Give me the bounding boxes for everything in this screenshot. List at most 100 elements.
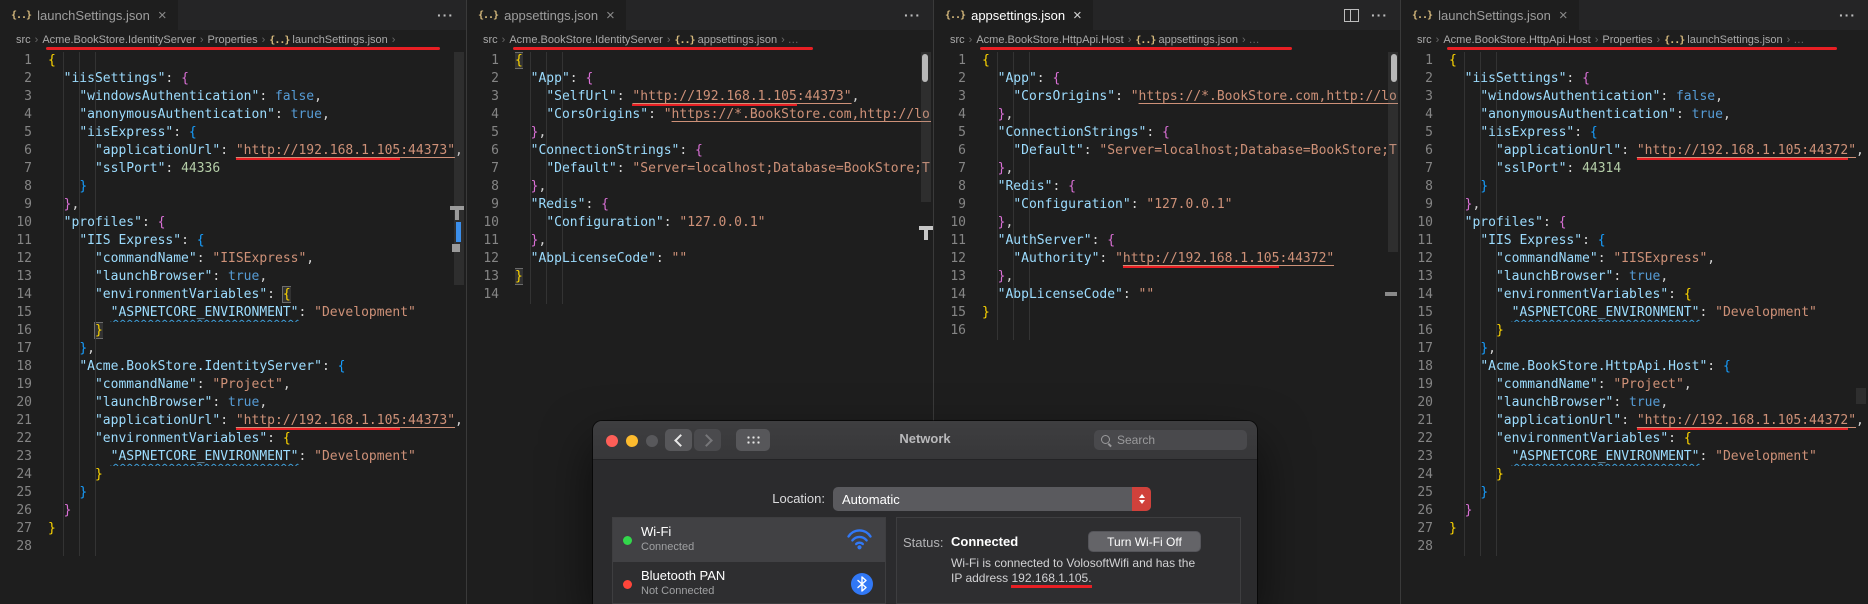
- more-actions-icon[interactable]: ···: [437, 7, 454, 23]
- tab-appsettings.json[interactable]: {..} appsettings.json ×: [467, 0, 627, 30]
- code-line: 27}: [1401, 520, 1866, 538]
- breadcrumb-file[interactable]: launchSettings.json: [1687, 34, 1782, 46]
- line-content: "ASPNETCORE_ENVIRONMENT": "Development": [1449, 304, 1817, 322]
- line-number: 6: [958, 143, 966, 158]
- line-number: 14: [950, 287, 966, 302]
- code-token: {: [1589, 125, 1598, 140]
- editor-group-4: {..} launchSettings.json × ··· src › Acme.Book…: [1400, 0, 1868, 604]
- code-line: 9 },: [1401, 196, 1866, 214]
- code-token: "commandName": [94, 377, 197, 392]
- code-token: }: [1464, 503, 1473, 518]
- code-token: ,: [1660, 395, 1669, 410]
- line-number: 13: [1417, 269, 1433, 284]
- more-actions-icon[interactable]: ···: [1839, 7, 1856, 23]
- tab-launchSettings.json[interactable]: {..} launchSettings.json ×: [0, 0, 179, 30]
- line-number: 26: [1417, 503, 1433, 518]
- split-editor-icon[interactable]: [1344, 8, 1359, 22]
- line-number: 10: [1417, 215, 1433, 230]
- tab-appsettings.json[interactable]: {..} appsettings.json ×: [934, 0, 1094, 30]
- code-line: 11 },: [467, 232, 931, 250]
- list-item-wifi[interactable]: Wi-Fi Connected: [613, 518, 885, 562]
- code-token: ,: [1005, 107, 1014, 122]
- code-token: :: [267, 431, 283, 446]
- code-line: 27}: [0, 520, 464, 538]
- breadcrumb-file[interactable]: appsettings.json: [1158, 34, 1238, 46]
- location-dropdown[interactable]: Automatic: [833, 487, 1151, 511]
- line-content: }: [1449, 178, 1488, 196]
- close-icon[interactable]: ×: [1559, 8, 1568, 23]
- code-line: 3 "CorsOrigins": "https://*.BookStore.co…: [934, 88, 1398, 106]
- breadcrumb-item[interactable]: Acme.BookStore.IdentityServer: [509, 34, 662, 46]
- line-number: 3: [491, 89, 499, 104]
- code-token: :44373": [400, 413, 456, 428]
- line-number: 1: [24, 53, 32, 68]
- breadcrumb-item[interactable]: Properties: [1602, 34, 1652, 46]
- search-placeholder: Search: [1117, 433, 1156, 447]
- code-editor[interactable]: 1{2 "iisSettings": {3 "windowsAuthentica…: [0, 52, 464, 556]
- line-content: "Configuration": "127.0.0.1": [982, 196, 1232, 214]
- line-content: "Acme.BookStore.HttpApi.Host": {: [1449, 358, 1730, 376]
- tab-launchSettings.json[interactable]: {..} launchSettings.json ×: [1401, 0, 1580, 30]
- code-editor[interactable]: 1{2 "App": {3 "CorsOrigins": "https://*.…: [934, 52, 1398, 340]
- breadcrumb-item[interactable]: src: [483, 34, 498, 46]
- code-line: 24 }: [1401, 466, 1866, 484]
- code-token: ": [1848, 143, 1857, 158]
- window-titlebar[interactable]: Network Search: [593, 421, 1257, 460]
- code-line: 1{: [1401, 52, 1866, 70]
- close-icon[interactable]: ×: [1073, 8, 1082, 23]
- line-number: 3: [24, 89, 32, 104]
- code-token: :: [1582, 233, 1598, 248]
- line-number: 3: [958, 89, 966, 104]
- more-actions-icon[interactable]: ···: [904, 7, 921, 23]
- turn-wifi-off-button[interactable]: Turn Wi-Fi Off: [1088, 531, 1201, 552]
- more-actions-icon[interactable]: ···: [1371, 7, 1388, 23]
- line-content: "iisExpress": {: [1449, 124, 1598, 142]
- scrollbar[interactable]: [1856, 388, 1866, 404]
- code-editor[interactable]: 1{2 "iisSettings": {3 "windowsAuthentica…: [1401, 52, 1866, 556]
- code-line: 13 "launchBrowser": true,: [0, 268, 464, 286]
- line-number: 20: [1417, 395, 1433, 410]
- breadcrumb-item[interactable]: Acme.BookStore.HttpApi.Host: [976, 34, 1123, 46]
- code-token: "Development": [1715, 449, 1817, 464]
- editor-actions: ···: [1839, 0, 1868, 30]
- breadcrumb-separator: ›: [1435, 34, 1440, 46]
- breadcrumb-item[interactable]: Acme.BookStore.HttpApi.Host: [1443, 34, 1590, 46]
- list-item-bluetooth-pan[interactable]: Bluetooth PAN Not Connected: [613, 562, 885, 604]
- close-icon[interactable]: ×: [158, 8, 167, 23]
- line-content: },: [48, 196, 80, 214]
- code-token: :: [165, 71, 182, 86]
- line-content: "ASPNETCORE_ENVIRONMENT": "Development": [48, 448, 416, 466]
- line-content: },: [982, 160, 1014, 178]
- json-file-icon: {..}: [1135, 34, 1156, 46]
- code-token: "AbpLicenseCode": [530, 251, 656, 266]
- line-number: 9: [491, 197, 499, 212]
- dropdown-stepper-icon: [1132, 487, 1151, 511]
- breadcrumb-item[interactable]: Properties: [207, 34, 257, 46]
- code-token: "ConnectionStrings": [997, 125, 1147, 140]
- code-token: "App": [997, 71, 1037, 86]
- code-editor[interactable]: 1{2 "App": {3 "SelfUrl": "http://192.168…: [467, 52, 931, 304]
- line-number: 13: [16, 269, 32, 284]
- breadcrumb-item[interactable]: src: [1417, 34, 1432, 46]
- line-content: }: [48, 520, 56, 538]
- breadcrumb-file[interactable]: launchSettings.json: [292, 34, 387, 46]
- search-input[interactable]: Search: [1094, 430, 1247, 450]
- close-icon[interactable]: ×: [606, 8, 615, 23]
- scrollbar[interactable]: [1388, 52, 1398, 252]
- breadcrumb-item[interactable]: src: [16, 34, 31, 46]
- breadcrumb-file[interactable]: appsettings.json: [698, 34, 778, 46]
- code-token: :: [274, 107, 291, 122]
- breadcrumb-item[interactable]: src: [950, 34, 965, 46]
- red-annotation-underline: [46, 47, 440, 50]
- code-token: :: [616, 89, 633, 104]
- code-line: 11 "AuthServer": {: [934, 232, 1398, 250]
- description-line1: Wi-Fi is connected to VolosoftWifi and h…: [951, 556, 1196, 570]
- line-content: }: [1449, 520, 1457, 538]
- breadcrumb-item[interactable]: Acme.BookStore.IdentityServer: [42, 34, 195, 46]
